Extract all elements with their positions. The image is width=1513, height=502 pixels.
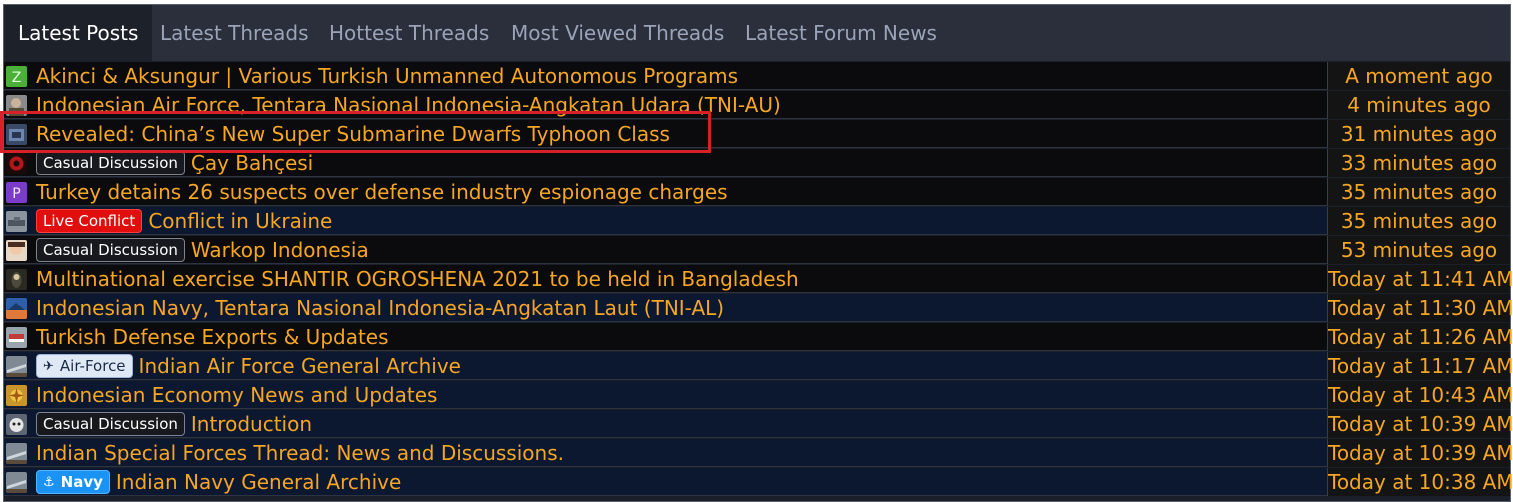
list-item: Revealed: China’s New Super Submarine Dw… <box>4 120 1510 148</box>
thread-title-link[interactable]: Introduction <box>191 410 312 438</box>
prefix-label[interactable]: Casual Discussion <box>36 238 185 262</box>
avatar[interactable] <box>6 327 27 348</box>
latest-posts-widget: Latest Posts Latest Threads Hottest Thre… <box>3 4 1513 502</box>
list-item: Casual Discussion Introduction Today at … <box>4 410 1513 438</box>
thread-title-link[interactable]: Turkey detains 26 suspects over defense … <box>36 178 728 206</box>
list-item: Casual Discussion Warkop Indonesia 53 mi… <box>4 236 1510 264</box>
thread-title-link[interactable]: Indonesian Navy, Tentara Nasional Indone… <box>36 294 724 322</box>
prefix-label[interactable]: ⚓ Navy <box>36 470 110 494</box>
prefix-label[interactable]: Casual Discussion <box>36 151 185 175</box>
list-item: Casual Discussion Çay Bahçesi 33 minutes… <box>4 149 1510 177</box>
avatar[interactable] <box>6 472 27 493</box>
list-item: Multinational exercise SHANTIR OGROSHENA… <box>4 265 1513 293</box>
thread-title-link[interactable]: Conflict in Ukraine <box>148 207 332 235</box>
jet-icon: ✈ <box>43 358 54 374</box>
prefix-label[interactable]: Live Conflict <box>36 209 143 233</box>
post-time[interactable]: 33 minutes ago <box>1327 149 1510 177</box>
thread-title-link[interactable]: Indonesian Economy News and Updates <box>36 381 437 409</box>
avatar-letter: P <box>12 186 20 202</box>
post-time[interactable]: 35 minutes ago <box>1327 207 1510 235</box>
avatar[interactable] <box>6 385 27 406</box>
thread-title-link[interactable]: Warkop Indonesia <box>191 236 369 264</box>
thread-title-link[interactable]: Akinci & Aksungur | Various Turkish Unma… <box>36 62 738 90</box>
avatar[interactable]: Z <box>6 66 27 87</box>
list-item: P Turkey detains 26 suspects over defens… <box>4 178 1510 206</box>
tab-latest-forum-news[interactable]: Latest Forum News <box>731 5 951 61</box>
post-time[interactable]: Today at 11:41 AM <box>1327 265 1513 293</box>
post-time[interactable]: A moment ago <box>1327 62 1510 90</box>
list-item: ⚓ Navy Indian Navy General Archive Today … <box>4 468 1513 496</box>
list-item: Live Conflict Conflict in Ukraine 35 min… <box>4 207 1510 235</box>
post-time[interactable]: 31 minutes ago <box>1327 120 1510 148</box>
prefix-label-text: Air-Force <box>59 357 126 375</box>
avatar[interactable] <box>6 443 27 464</box>
post-time[interactable]: Today at 10:43 AM <box>1327 381 1513 409</box>
post-time[interactable]: Today at 10:39 AM <box>1327 410 1513 438</box>
prefix-label-text: Navy <box>60 473 103 491</box>
tab-hottest-threads[interactable]: Hottest Threads <box>315 5 503 61</box>
list-item: Indonesian Economy News and Updates Toda… <box>4 381 1513 409</box>
post-time[interactable]: 4 minutes ago <box>1327 91 1510 119</box>
list-item: Indian Special Forces Thread: News and D… <box>4 439 1513 467</box>
prefix-label[interactable]: Casual Discussion <box>36 412 185 436</box>
thread-title-link[interactable]: Indian Air Force General Archive <box>139 352 461 380</box>
list-item: Indonesian Air Force, Tentara Nasional I… <box>4 91 1510 119</box>
thread-title-link[interactable]: Indian Navy General Archive <box>116 468 401 496</box>
list-item: ✈ Air-Force Indian Air Force General Arch… <box>4 352 1513 380</box>
list-item: Z Akinci & Aksungur | Various Turkish Un… <box>4 62 1510 90</box>
thread-title-link[interactable]: Multinational exercise SHANTIR OGROSHENA… <box>36 265 799 293</box>
avatar[interactable]: P <box>6 182 27 203</box>
thread-title-link[interactable]: Çay Bahçesi <box>191 149 313 177</box>
anchor-icon: ⚓ <box>43 474 55 490</box>
avatar[interactable] <box>6 153 27 174</box>
post-time[interactable]: Today at 11:26 AM <box>1327 323 1513 351</box>
list-item: Turkish Defense Exports & Updates Today … <box>4 323 1513 351</box>
avatar[interactable] <box>6 240 27 261</box>
tab-bar: Latest Posts Latest Threads Hottest Thre… <box>4 5 1510 61</box>
post-time[interactable]: 35 minutes ago <box>1327 178 1510 206</box>
post-time[interactable]: Today at 10:38 AM <box>1327 468 1513 496</box>
tab-latest-posts[interactable]: Latest Posts <box>4 5 153 61</box>
post-time[interactable]: Today at 11:17 AM <box>1327 352 1513 380</box>
avatar-letter: Z <box>12 70 22 86</box>
avatar[interactable] <box>6 95 27 116</box>
avatar[interactable] <box>6 298 27 319</box>
thread-title-link[interactable]: Indian Special Forces Thread: News and D… <box>36 439 564 467</box>
list-item: Indonesian Navy, Tentara Nasional Indone… <box>4 294 1513 322</box>
tab-latest-threads[interactable]: Latest Threads <box>146 5 323 61</box>
avatar[interactable] <box>6 414 27 435</box>
post-time[interactable]: Today at 11:30 AM <box>1327 294 1513 322</box>
thread-title-link[interactable]: Turkish Defense Exports & Updates <box>36 323 389 351</box>
avatar[interactable] <box>6 124 27 145</box>
avatar[interactable] <box>6 211 27 232</box>
post-time[interactable]: 53 minutes ago <box>1327 236 1510 264</box>
avatar[interactable] <box>6 356 27 377</box>
thread-title-link[interactable]: Revealed: China’s New Super Submarine Dw… <box>36 120 670 148</box>
tab-most-viewed-threads[interactable]: Most Viewed Threads <box>497 5 738 61</box>
post-time[interactable]: Today at 10:39 AM <box>1327 439 1513 467</box>
prefix-label[interactable]: ✈ Air-Force <box>36 354 133 378</box>
thread-title-link[interactable]: Indonesian Air Force, Tentara Nasional I… <box>36 91 781 119</box>
avatar[interactable] <box>6 269 27 290</box>
